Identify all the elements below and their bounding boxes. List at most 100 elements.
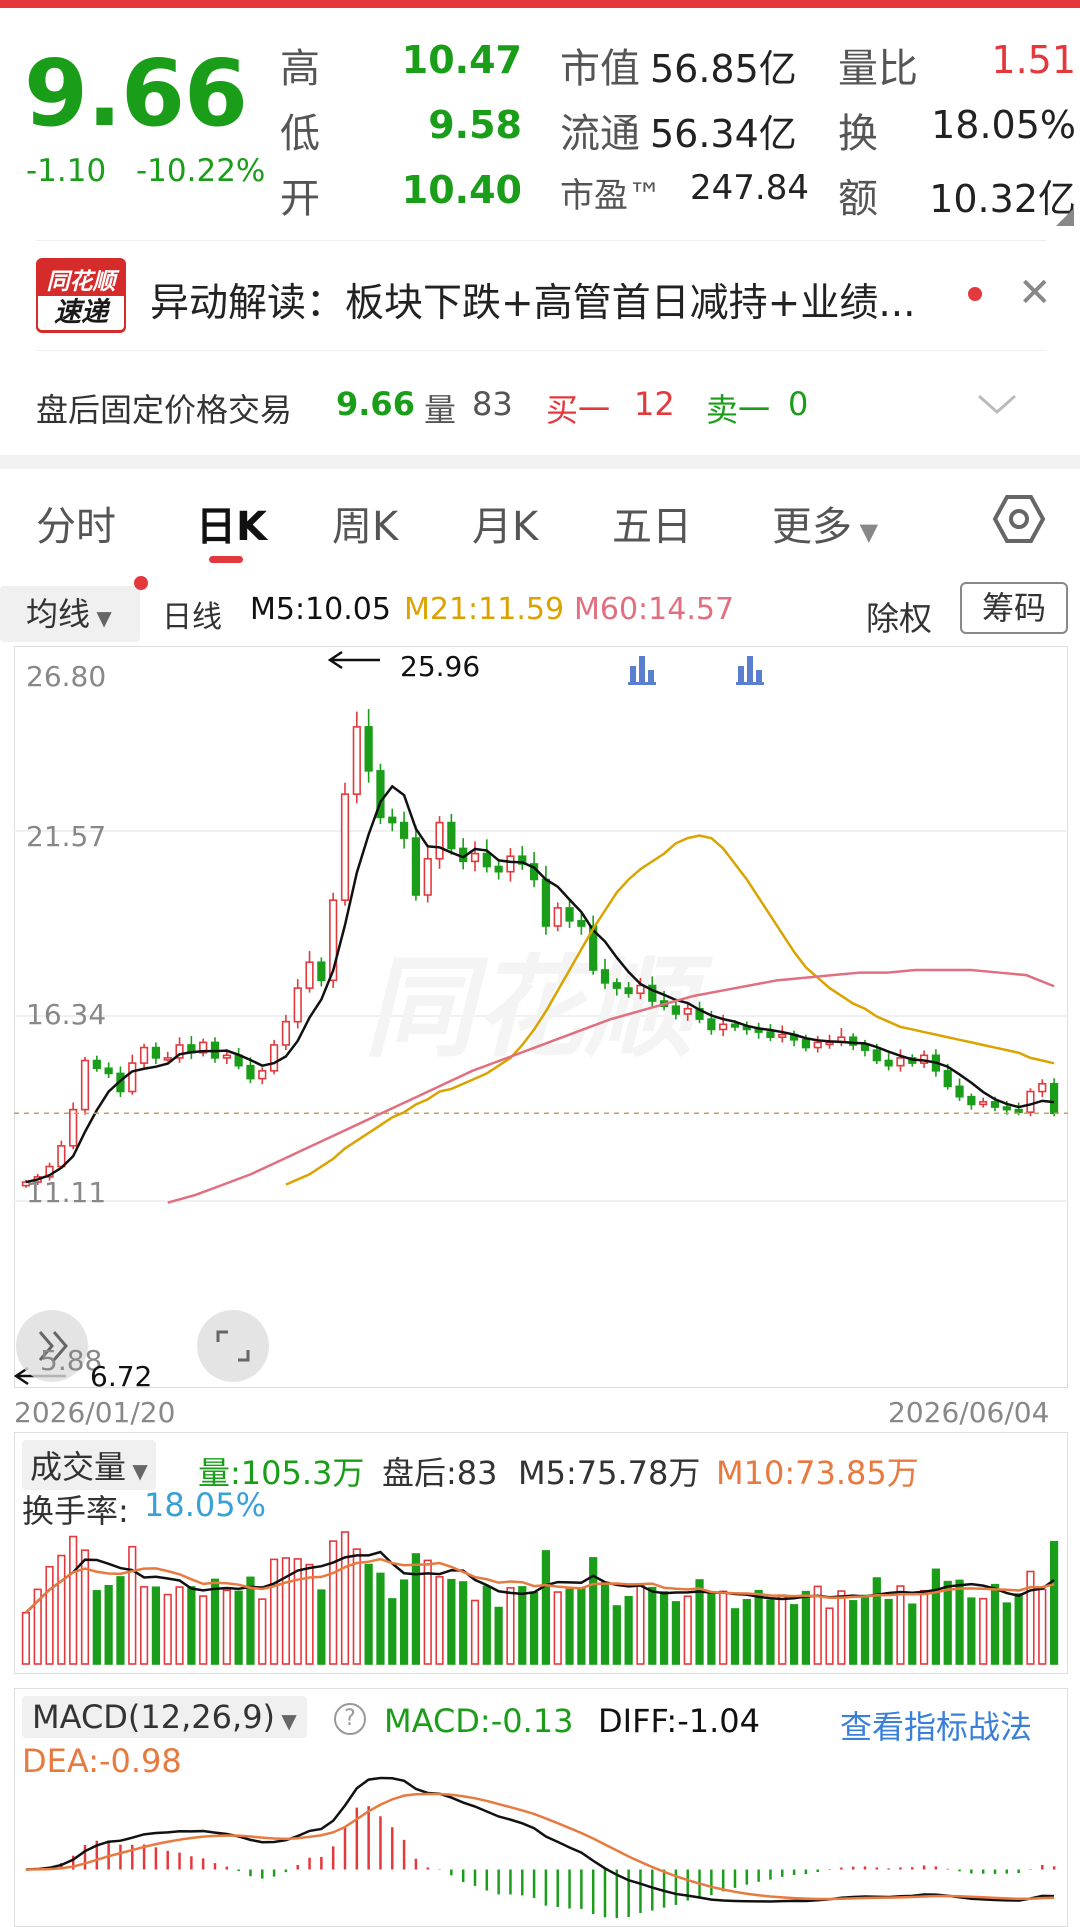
volume-bar xyxy=(589,1557,598,1665)
candle-body xyxy=(671,1005,681,1015)
low-value: 9.58 xyxy=(428,103,522,147)
low-label: 低 xyxy=(280,111,320,157)
chevron-down-icon[interactable] xyxy=(976,392,1018,416)
volume-bar xyxy=(411,1553,421,1665)
amount-label: 额 xyxy=(838,176,878,222)
tab-daily-k[interactable]: 日K xyxy=(196,494,267,552)
news-headline[interactable]: 异动解读：板块下跌+高管首日减持+业绩... xyxy=(150,272,950,328)
volume-bar xyxy=(57,1554,66,1665)
volume-bar xyxy=(860,1594,870,1665)
after-hours-price: 9.66 xyxy=(336,385,415,423)
volume-bar xyxy=(766,1599,775,1665)
caret-down-icon: ▼ xyxy=(90,606,112,630)
candle-body xyxy=(340,793,350,901)
expand-corner-icon[interactable] xyxy=(1056,208,1074,226)
volume-bar xyxy=(849,1600,858,1665)
volume-bar xyxy=(92,1590,101,1665)
max-price-arrow-icon xyxy=(327,650,380,670)
volume-bar xyxy=(730,1608,740,1665)
volume-bar xyxy=(1002,1602,1011,1665)
candle-body xyxy=(1038,1082,1047,1093)
volume-bar xyxy=(222,1589,231,1665)
volume-bar xyxy=(340,1531,350,1665)
volume-bar xyxy=(943,1580,952,1665)
volume-bar xyxy=(69,1535,78,1665)
candle-body xyxy=(104,1067,113,1075)
tab-weekly-k[interactable]: 周K xyxy=(332,494,398,552)
turnover-value: 18.05% xyxy=(931,103,1076,147)
after-hours-label: 盘后固定价格交易 xyxy=(36,391,293,429)
volume-bar xyxy=(967,1597,976,1665)
volume-bar xyxy=(45,1565,54,1665)
volume-bar xyxy=(648,1586,657,1665)
candle-body xyxy=(541,878,551,927)
help-icon[interactable]: ? xyxy=(334,1703,366,1735)
volume-bar xyxy=(742,1599,751,1665)
candle-body xyxy=(979,1101,988,1106)
candle-body xyxy=(707,1018,716,1031)
volume-bar xyxy=(577,1587,586,1665)
candle-body xyxy=(246,1064,255,1080)
ma60-value: M60:14.57 xyxy=(574,592,735,627)
volume-bar xyxy=(364,1563,373,1665)
tab-monthly-k[interactable]: 月K xyxy=(472,494,538,552)
x-end-date: 2026/06/04 xyxy=(888,1396,1050,1429)
candle-body xyxy=(388,816,397,824)
volume-bar xyxy=(459,1581,468,1665)
volume-bar xyxy=(317,1589,326,1665)
ma-selector[interactable]: 均线 ▼ xyxy=(0,586,140,642)
strategy-link[interactable]: 查看指标战法 xyxy=(840,1702,1032,1748)
candle-body xyxy=(565,907,574,922)
volume-bar xyxy=(529,1591,539,1665)
volume-bar xyxy=(778,1594,787,1665)
volume-bar xyxy=(801,1590,811,1665)
candle-body xyxy=(281,1020,291,1046)
chip-distribution-button[interactable]: 筹码 xyxy=(960,582,1068,634)
settings-hexagon-icon[interactable] xyxy=(992,492,1046,546)
candle-body xyxy=(1002,1106,1011,1111)
macd-indicator-selector[interactable]: MACD(12,26,9) ▼ xyxy=(22,1696,307,1738)
volume-bar xyxy=(553,1591,562,1665)
volume-bar xyxy=(293,1558,302,1665)
volume-bar xyxy=(139,1586,149,1665)
volume-bar xyxy=(683,1595,692,1665)
after-hours-vol-label: 量 xyxy=(424,391,457,429)
volume-bar xyxy=(789,1604,799,1665)
volume-bar xyxy=(636,1583,645,1665)
tab-more[interactable]: 更多 ▼ xyxy=(772,494,878,552)
volume-bar xyxy=(754,1589,763,1665)
candle-body xyxy=(719,1023,728,1031)
candle-body xyxy=(435,821,444,860)
macd-value: MACD:-0.13 xyxy=(384,1702,574,1740)
divider xyxy=(36,240,1046,241)
volume-chart[interactable] xyxy=(14,1432,1068,1674)
volume-bars xyxy=(21,1531,1059,1665)
pe-label: 市盈™ xyxy=(560,176,662,216)
close-icon[interactable]: ✕ xyxy=(1018,270,1052,316)
candle-body xyxy=(955,1085,964,1098)
volume-bar xyxy=(128,1545,137,1665)
volume-bar xyxy=(305,1563,314,1665)
candle-body xyxy=(967,1095,976,1106)
candle-body xyxy=(364,726,373,772)
candle-body xyxy=(69,1108,78,1147)
open-value: 10.40 xyxy=(401,168,522,212)
tab-intraday[interactable]: 分时 xyxy=(36,494,116,552)
tab-five-day[interactable]: 五日 xyxy=(612,494,692,552)
candle-body xyxy=(151,1046,161,1059)
kline-chart[interactable]: 同花顺 xyxy=(14,646,1068,1388)
sell-one-label: 卖一 xyxy=(706,391,771,429)
candle-body xyxy=(553,907,562,927)
fullscreen-button xyxy=(197,1310,269,1382)
volume-bar xyxy=(979,1597,988,1665)
buy-one-label: 买一 xyxy=(546,391,611,429)
diff-value: DIFF:-1.04 xyxy=(598,1702,760,1740)
max-price-annotation: 25.96 xyxy=(400,650,481,683)
candle-body xyxy=(352,726,361,795)
volume-bar xyxy=(837,1590,846,1665)
candle-body xyxy=(482,852,491,868)
ma5-value: M5:10.05 xyxy=(250,592,391,627)
ex-rights-toggle[interactable]: 除权 xyxy=(866,592,932,640)
y-tick-label: 11.11 xyxy=(26,1176,107,1209)
volume-bar xyxy=(494,1606,503,1665)
